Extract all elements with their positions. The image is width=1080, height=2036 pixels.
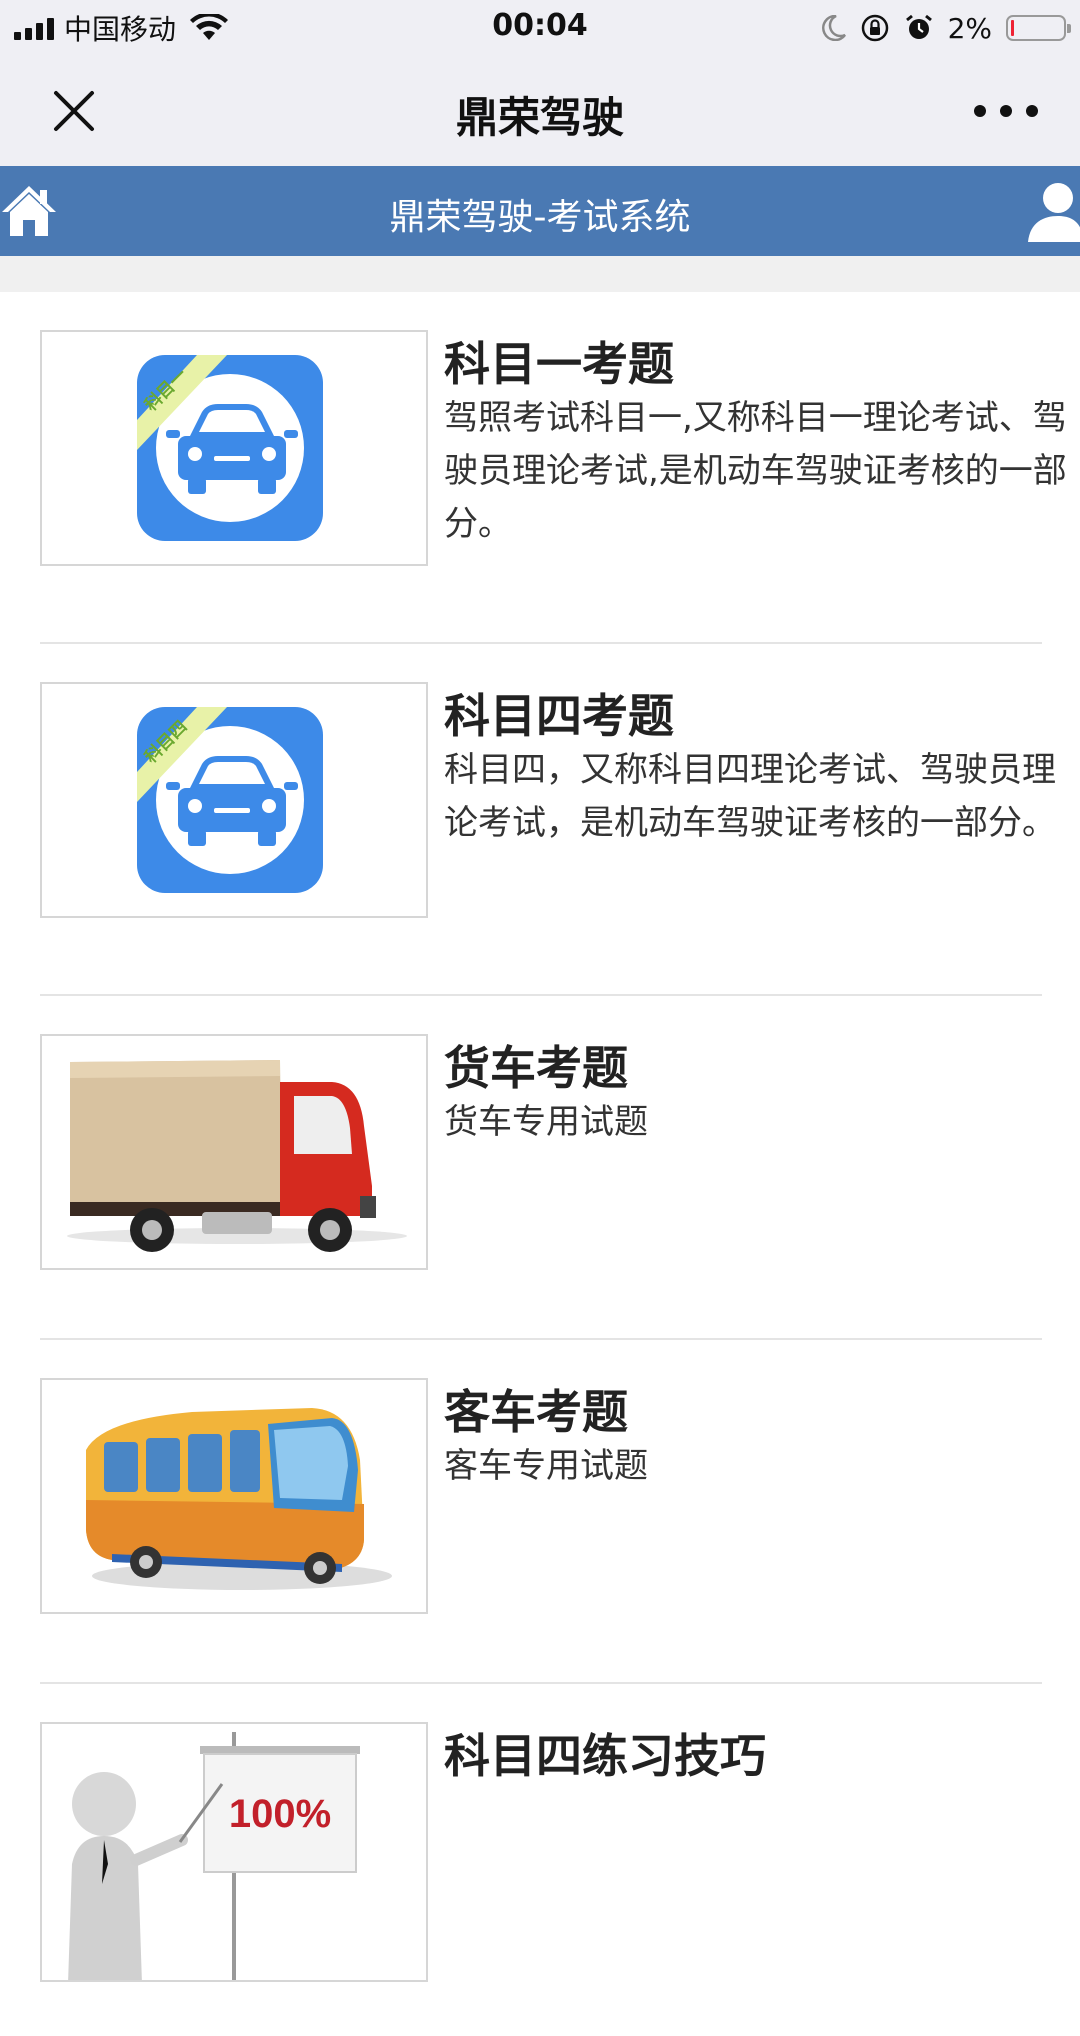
item-description: 科目四，又称科目四理论考试、驾驶员理论考试，是机动车驾驶证考核的一部分。 xyxy=(444,750,1056,843)
list-item[interactable]: 科目一 科目一考题 驾照考试科目一,又称科目一理论考试、驾驶员理论考试,是机动车… xyxy=(40,292,1067,644)
header-spacer xyxy=(0,256,1080,292)
list-item[interactable]: 客车考题 客车专用试题 xyxy=(40,1340,1042,1684)
more-icon[interactable] xyxy=(974,96,1038,126)
status-bar: 中国移动 00:04 2% xyxy=(0,0,1080,56)
rotation-lock-icon xyxy=(861,14,888,42)
app-header: 鼎荣驾驶-考试系统 xyxy=(0,166,1080,256)
truck-thumbnail[interactable] xyxy=(40,1034,428,1270)
nav-title: 鼎荣驾驶 xyxy=(455,93,624,142)
item-description: 货车专用试题 xyxy=(444,1102,648,1142)
kemu1-app-image xyxy=(137,355,323,541)
item-description: 驾照考试科目一,又称科目一理论考试、驾驶员理论考试,是机动车驾驶证考核的一部分。 xyxy=(444,398,1067,544)
presentation-image: 100% xyxy=(68,1732,360,1980)
bus-image xyxy=(86,1408,392,1590)
item-title[interactable]: 科目四练习技巧 xyxy=(444,1720,766,1786)
kemu4-thumbnail[interactable]: 科目四 xyxy=(40,682,428,918)
battery-icon xyxy=(1006,15,1071,41)
list-item[interactable]: 货车考题 货车专用试题 xyxy=(40,996,1042,1340)
list-item[interactable]: 科目四 科目四考题 科目四，又称科目四理论考试、驾驶员理论考试，是机动车驾驶证考… xyxy=(40,644,1056,996)
item-title[interactable]: 货车考题 xyxy=(444,1032,628,1098)
app-header-title: 鼎荣驾驶-考试系统 xyxy=(389,197,691,238)
exam-list: 科目一 科目一考题 驾照考试科目一,又称科目一理论考试、驾驶员理论考试,是机动车… xyxy=(40,292,1067,2036)
alarm-icon xyxy=(905,14,932,39)
item-title[interactable]: 科目一考题 xyxy=(444,328,674,394)
item-title[interactable]: 科目四考题 xyxy=(444,680,674,746)
truck-image xyxy=(67,1060,407,1252)
tips-thumbnail[interactable]: 100% xyxy=(40,1722,428,1982)
nav-bar: 鼎荣驾驶 xyxy=(0,56,1080,166)
battery-percent: 2% xyxy=(947,11,992,45)
list-item[interactable]: 100% 科目四练习技巧 xyxy=(40,1684,1040,2036)
kemu4-app-image xyxy=(137,707,323,893)
bus-thumbnail[interactable] xyxy=(40,1378,428,1614)
user-icon[interactable] xyxy=(1020,178,1080,244)
moon-icon xyxy=(821,15,846,41)
item-title[interactable]: 客车考题 xyxy=(444,1376,628,1442)
kemu1-thumbnail[interactable]: 科目一 xyxy=(40,330,428,566)
item-description: 客车专用试题 xyxy=(444,1446,648,1486)
presentation-board-text: 100% xyxy=(229,1792,331,1836)
